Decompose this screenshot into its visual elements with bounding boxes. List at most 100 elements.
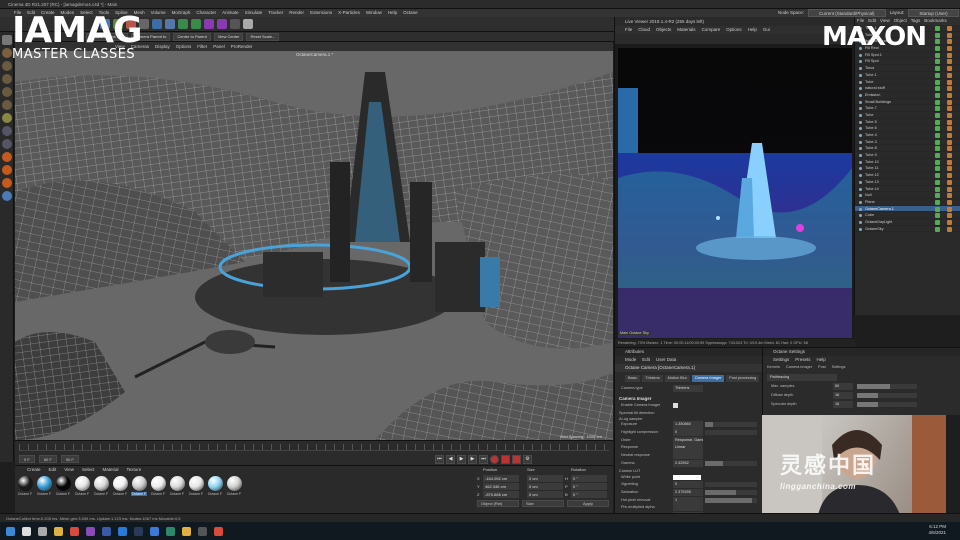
menu-render[interactable]: Render [289,9,304,17]
visibility-check-icon[interactable] [935,112,940,118]
custom-lut-group[interactable]: Custom LUT [615,469,762,473]
timeline-settings-icon[interactable]: ⚙ [523,455,532,464]
object-row[interactable]: Fill Spot.1 [855,52,960,59]
settings-tab-settings[interactable]: Settings [832,364,846,371]
attr-slider[interactable] [705,430,757,436]
visibility-check-icon[interactable] [935,32,940,38]
object-row[interactable]: Tube.14 [855,186,960,193]
object-row[interactable]: Fill Spot [855,58,960,66]
live-viewer-menu-objects[interactable]: Objects [656,26,671,34]
explorer-icon[interactable] [54,526,63,536]
material-tag-icon[interactable] [947,193,952,199]
light-icon[interactable] [243,19,253,29]
attributes-menu-edit[interactable]: Edit [642,356,650,364]
live-viewer-menu-options[interactable]: Options [726,26,742,34]
visibility-check-icon[interactable] [935,186,940,192]
material-menu-material[interactable]: Material [102,466,118,474]
visibility-check-icon[interactable] [935,199,940,205]
tab-camera-imager[interactable]: Camera Imager [691,375,725,382]
viewport-menu-panel[interactable]: Panel [213,42,225,51]
visibility-check-icon[interactable] [935,219,940,225]
settings-menu-help[interactable]: Help [817,356,826,364]
object-row[interactable]: Tube.10 [855,159,960,166]
object-row[interactable]: Small Buildings [855,99,960,106]
viewport-menu-filter[interactable]: Filter [197,42,207,51]
white-point-swatch[interactable] [673,474,701,480]
menu-animate[interactable]: Animate [222,9,239,17]
tab-thinlens[interactable]: Thinlens [642,375,663,382]
object-row[interactable]: OctaneCamera.1 [855,205,960,213]
settings-tab-kernels[interactable]: Kernels [767,364,780,371]
material-tag-icon[interactable] [947,173,952,179]
material-swatch[interactable]: Octane F [207,476,223,496]
coord-size-field[interactable]: 0 cm [527,483,563,490]
steam-icon[interactable] [134,526,143,536]
tab-motion-blur[interactable]: Motion Blur [664,375,690,382]
viewport-menu-options[interactable]: Options [176,42,192,51]
material-tag-icon[interactable] [947,133,952,138]
material-tag-icon[interactable] [947,92,952,98]
obs-icon[interactable] [198,526,207,536]
object-row[interactable]: Tube.7 [855,105,960,112]
material-tag-icon[interactable] [947,206,952,212]
system-clock[interactable]: 6:12 PM 4/6/2021 [928,524,946,536]
material-tag-icon[interactable] [947,26,952,31]
task-view-icon[interactable] [38,526,47,536]
menu-character[interactable]: Character [196,9,216,17]
material-tag-icon[interactable] [947,179,952,185]
toolbar-button-5[interactable]: Reset Scale... [246,32,280,41]
material-menu-view[interactable]: View [64,466,74,474]
setting-slider[interactable] [857,384,917,389]
material-tag-icon[interactable] [947,99,952,105]
settings-tab-camera-imager[interactable]: Camera imager [786,364,812,371]
object-row[interactable]: Tube [855,79,960,86]
make-editable-icon[interactable] [2,35,12,45]
object-row[interactable]: Tube.5 [855,119,960,126]
attr-slider[interactable] [705,460,757,466]
3d-viewport[interactable] [15,42,613,440]
visibility-check-icon[interactable] [935,72,940,78]
live-viewer-tabs[interactable]: Main Octane Sky [618,331,651,335]
toolbar-button-4[interactable]: View Center [213,32,244,41]
deformer-icon[interactable] [204,19,214,29]
timeline-ruler[interactable] [19,444,609,451]
ae-icon[interactable] [86,526,95,536]
music-icon[interactable] [214,526,223,536]
object-menu-bookmarks[interactable]: Bookmarks [924,17,947,25]
toolbar-button-3[interactable]: Center to Parent [173,32,211,41]
viewport-menu-display[interactable]: Display [155,42,170,51]
object-row[interactable]: Tube.11 [855,165,960,173]
attr-slider[interactable] [705,422,757,428]
setting-value-field[interactable]: 50 [833,383,853,390]
keyframe-icon[interactable] [501,455,510,464]
visibility-check-icon[interactable] [935,179,940,185]
object-row[interactable]: Tube.3 [855,139,960,146]
material-tag-icon[interactable] [947,86,952,92]
attr-value-field[interactable] [673,504,703,512]
setting-slider[interactable] [857,393,917,398]
visibility-check-icon[interactable] [935,39,940,45]
material-menu-create[interactable]: Create [27,466,41,474]
visibility-check-icon[interactable] [935,59,940,65]
attr-value-field[interactable]: Response, Gamma, LUT [673,436,703,444]
coord-rot-field[interactable]: 0 ° [571,483,607,490]
tab-basic[interactable]: Basic [625,375,641,382]
material-swatch[interactable]: Octane F [188,476,204,496]
visibility-check-icon[interactable] [935,26,940,31]
prev-key-icon[interactable]: ◀ [446,455,455,464]
enable-imager-checkbox[interactable] [673,402,678,408]
object-row[interactable]: Tube.1 [855,72,960,79]
coord-rot-field[interactable]: 0 ° [571,491,607,498]
material-swatch[interactable]: Octane F [112,476,128,496]
coord-mode-select[interactable]: Object (Rel) [477,500,519,507]
visibility-check-icon[interactable] [935,119,940,125]
start-frame-field[interactable]: 0 F [19,455,35,463]
octane-b-icon[interactable] [2,165,12,175]
material-swatch[interactable]: Octane F [17,476,33,496]
visibility-check-icon[interactable] [935,206,940,212]
visibility-check-icon[interactable] [935,99,940,105]
object-row[interactable]: Tube.12 [855,172,960,179]
menu-volume[interactable]: Volume [151,9,166,17]
material-tag-icon[interactable] [947,166,952,172]
cube-icon[interactable] [152,19,162,29]
